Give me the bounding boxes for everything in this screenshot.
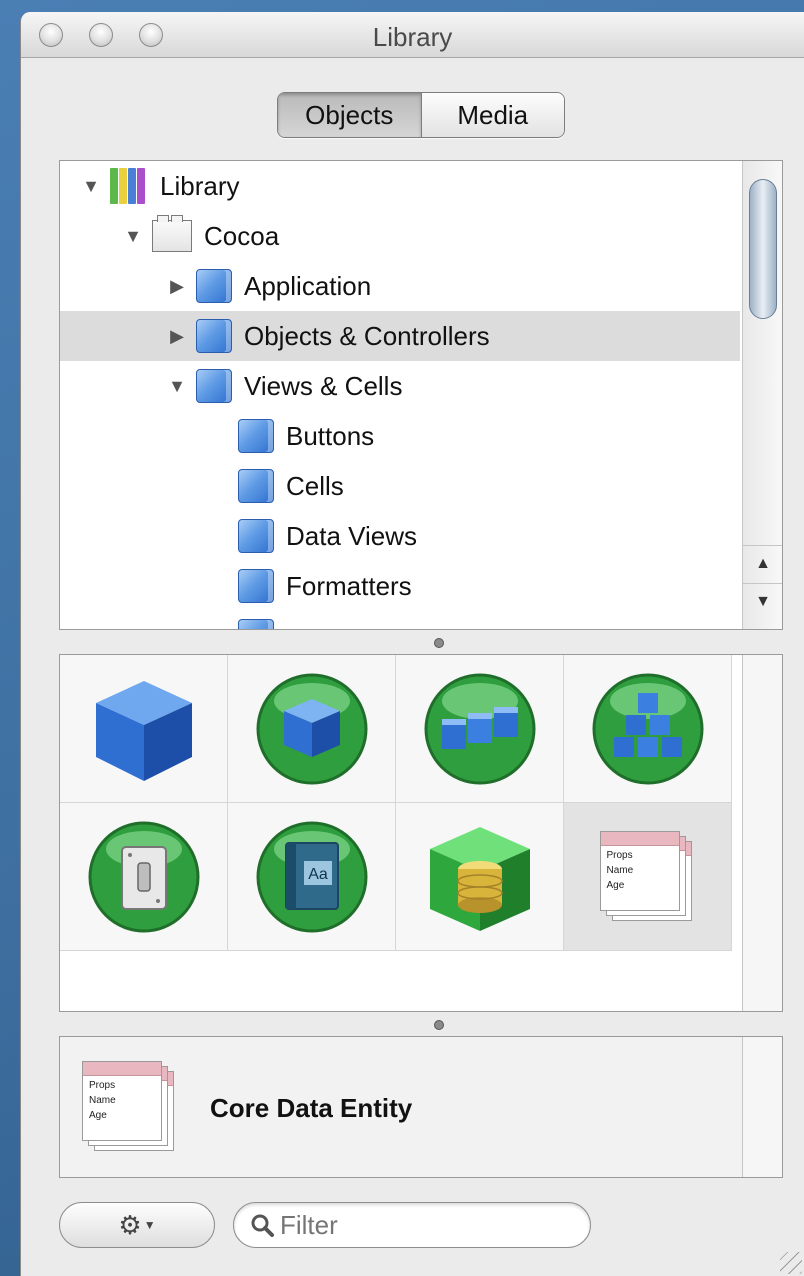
library-window: Library Objects Media ▼ Library ▼ Cocoa …	[20, 12, 804, 1276]
svg-text:Aa: Aa	[308, 866, 328, 883]
tree-item-label: Views & Cells	[244, 370, 403, 401]
tab-media[interactable]: Media	[421, 93, 564, 137]
objects-media-segmented-control: Objects Media	[277, 92, 565, 138]
tree-item-label: Buttons	[286, 420, 375, 451]
grid-item-managed-object-context[interactable]	[396, 803, 564, 951]
title-bar[interactable]: Library	[21, 12, 804, 58]
green-sphere-switch-icon	[88, 821, 199, 932]
tree-item-cells[interactable]: Cells	[60, 461, 740, 511]
filter-field[interactable]	[233, 1202, 591, 1248]
folder-icon	[238, 569, 274, 603]
grid-item-user-defaults-controller[interactable]	[60, 803, 228, 951]
package-icon	[152, 215, 192, 252]
split-view-handle[interactable]	[434, 1020, 444, 1030]
resize-grip-icon[interactable]	[780, 1252, 802, 1274]
grid-item-array-controller[interactable]	[396, 655, 564, 803]
core-data-entity-icon: Props Name Age	[599, 830, 696, 923]
tree-item-label: Objects & Controllers	[244, 320, 490, 351]
disclosure-triangle-expanded-icon[interactable]: ▼	[122, 226, 144, 247]
grid-item-font-manager[interactable]: Aa	[228, 803, 396, 951]
green-sphere-cube-icon	[256, 673, 367, 784]
gear-icon: ⚙	[118, 1209, 142, 1240]
disclosure-triangle-expanded-icon[interactable]: ▼	[80, 176, 102, 197]
tree-item-cocoa[interactable]: ▼ Cocoa	[60, 211, 740, 261]
folder-icon	[238, 419, 274, 453]
tree-item-label: Library	[160, 170, 240, 201]
tab-objects[interactable]: Objects	[278, 93, 422, 137]
split-view-handle[interactable]	[434, 638, 444, 648]
object-icon-grid: Aa Props Name Age	[59, 654, 783, 1012]
disclosure-triangle-collapsed-icon[interactable]: ▶	[166, 326, 188, 347]
green-sphere-pyramid-cubes-icon	[592, 673, 703, 784]
tree-item-data-views[interactable]: Data Views	[60, 511, 740, 561]
library-icon	[110, 168, 148, 204]
green-sphere-row-cubes-icon	[424, 673, 535, 784]
props-label: Props	[89, 1080, 116, 1091]
grid-item-object[interactable]	[60, 655, 228, 803]
props-field-label: Name	[89, 1095, 116, 1106]
tree-item-label: Cocoa	[204, 220, 280, 251]
tree-item-label: Formatters	[286, 570, 412, 601]
grid-item-tree-controller[interactable]	[564, 655, 732, 803]
tree-item-partial	[60, 611, 740, 629]
props-field-label: Name	[606, 864, 634, 876]
folder-icon	[196, 319, 232, 353]
blue-cube-icon	[95, 680, 192, 781]
tree-item-formatters[interactable]: Formatters	[60, 561, 740, 611]
tree-scrollbar[interactable]: ▲ ▼	[742, 161, 782, 629]
tree-item-label: Application	[244, 270, 372, 301]
tree-item-label: Cells	[286, 470, 344, 501]
disclosure-triangle-collapsed-icon[interactable]: ▶	[166, 276, 188, 297]
tree-item-library[interactable]: ▼ Library	[60, 161, 740, 211]
chevron-down-icon: ▼	[143, 1218, 156, 1232]
folder-icon	[196, 269, 232, 303]
green-cube-database-icon	[429, 826, 530, 931]
detail-scrollbar[interactable]	[742, 1037, 782, 1177]
props-label: Props	[606, 849, 633, 861]
detail-pane: Props Name Age Core Data Entity	[59, 1036, 783, 1178]
folder-icon	[238, 519, 274, 553]
grid-scrollbar[interactable]	[742, 655, 782, 1011]
scroll-down-arrow-icon[interactable]: ▼	[743, 583, 782, 619]
tree-item-objects-controllers[interactable]: ▶ Objects & Controllers	[60, 311, 740, 361]
action-menu-button[interactable]: ⚙ ▼	[59, 1202, 215, 1248]
core-data-entity-icon: Props Name Age	[82, 1061, 178, 1153]
props-field-label: Age	[606, 879, 625, 891]
search-icon	[251, 1214, 274, 1237]
window-title: Library	[372, 22, 453, 52]
folder-icon	[196, 369, 232, 403]
green-sphere-book-icon: Aa	[256, 821, 367, 932]
grid-item-core-data-entity[interactable]: Props Name Age	[564, 803, 732, 951]
folder-icon	[238, 469, 274, 503]
scroll-thumb[interactable]	[749, 179, 777, 319]
tree-item-label: Data Views	[286, 520, 418, 551]
library-tree: ▼ Library ▼ Cocoa ▶ Application ▶ Object…	[59, 160, 783, 630]
grid-item-object-controller[interactable]	[228, 655, 396, 803]
selected-object-name: Core Data Entity	[210, 1093, 413, 1123]
filter-input[interactable]	[280, 1209, 560, 1241]
disclosure-triangle-expanded-icon[interactable]: ▼	[166, 376, 188, 397]
folder-icon	[238, 619, 274, 629]
props-field-label: Age	[89, 1110, 107, 1121]
tree-item-views-cells[interactable]: ▼ Views & Cells	[60, 361, 740, 411]
tree-item-buttons[interactable]: Buttons	[60, 411, 740, 461]
tree-item-application[interactable]: ▶ Application	[60, 261, 740, 311]
scroll-up-arrow-icon[interactable]: ▲	[743, 545, 782, 581]
